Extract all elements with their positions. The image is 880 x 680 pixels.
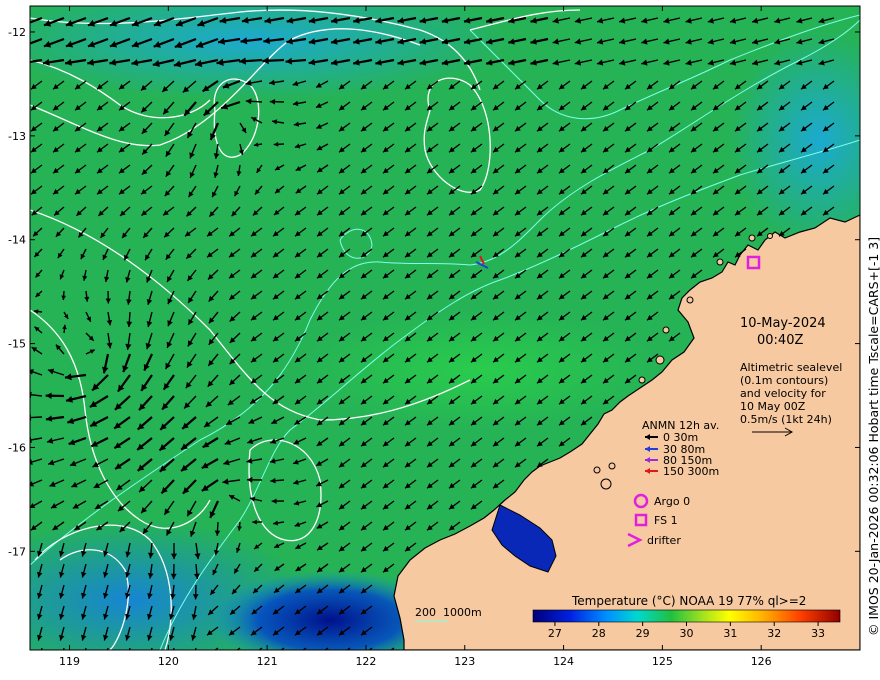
velocity-arrowhead	[30, 391, 32, 398]
velocity-arrowhead	[383, 651, 389, 656]
lon-tick-label: 121	[257, 655, 278, 668]
velocity-arrowhead	[229, 651, 235, 656]
lat-tick-label: -17	[8, 545, 26, 558]
lat-tick-label: -15	[8, 338, 26, 351]
lat-tick-label: -13	[8, 130, 26, 143]
velocity-arrow	[30, 416, 43, 419]
colorbar-title: Temperature (°C) NOAA 19 77% ql>=2	[571, 594, 806, 608]
lat-tick-label: -12	[8, 26, 26, 39]
velocity-arrowhead	[125, 656, 130, 662]
drifter-label: drifter	[647, 534, 681, 547]
argo-label: Argo 0	[654, 495, 690, 508]
lon-tick-label: 123	[454, 655, 475, 668]
lon-tick-label: 122	[355, 655, 376, 668]
velocity-arrowhead	[21, 59, 28, 66]
colorbar-tick-label: 32	[767, 627, 781, 640]
velocity-arrowhead	[103, 656, 108, 662]
lon-tick-label: 124	[553, 655, 574, 668]
info-line-0: Altimetric sealevel	[740, 361, 842, 374]
velocity-arrowhead	[339, 651, 345, 656]
velocity-arrowhead	[81, 656, 86, 662]
depth-legend-label: 200 1000m	[415, 606, 482, 619]
sst-map: 119 120 121 122 123 124 125 126 -12 -13 -14 -15 -16 -…	[8, 5, 861, 668]
velocity-arrowhead	[207, 651, 213, 656]
velocity-arrowhead	[295, 651, 301, 656]
info-line-4: 0.5m/s (1kt 24h)	[740, 413, 832, 426]
info-line-2: and velocity for	[740, 387, 826, 400]
warm-water-band	[300, 310, 660, 430]
info-line-3: 10 May 00Z	[740, 400, 806, 413]
velocity-arrowhead	[317, 651, 323, 656]
velocity-arrowhead	[22, 41, 29, 48]
lat-tick-label: -14	[8, 234, 26, 247]
lon-tick-label: 126	[751, 655, 772, 668]
colorbar-tick-label: 31	[723, 627, 737, 640]
colorbar-tick-label: 28	[592, 627, 606, 640]
lat-tick-label: -16	[8, 441, 26, 454]
colorbar-tick-label: 29	[636, 627, 650, 640]
lon-tick-label: 119	[59, 655, 80, 668]
info-line-1: (0.1m contours)	[740, 374, 828, 387]
date-label: 10-May-2024	[740, 316, 826, 331]
velocity-arrowhead	[191, 656, 196, 662]
svg-text:150 300m: 150 300m	[663, 465, 719, 478]
credit-text: © IMOS 20-Jan-2026 00:32:06 Hobart time …	[866, 236, 880, 636]
colorbar	[532, 609, 841, 623]
velocity-arrowhead	[37, 656, 42, 662]
velocity-arrowhead	[147, 656, 152, 662]
colorbar-tick-label: 27	[548, 627, 562, 640]
colorbar-tick-label: 30	[680, 627, 694, 640]
lon-tick-label: 125	[652, 655, 673, 668]
time-label: 00:40Z	[757, 333, 803, 348]
colorbar-tick-label: 33	[811, 627, 825, 640]
fs-label: FS 1	[654, 514, 678, 527]
lon-tick-label: 120	[158, 655, 179, 668]
